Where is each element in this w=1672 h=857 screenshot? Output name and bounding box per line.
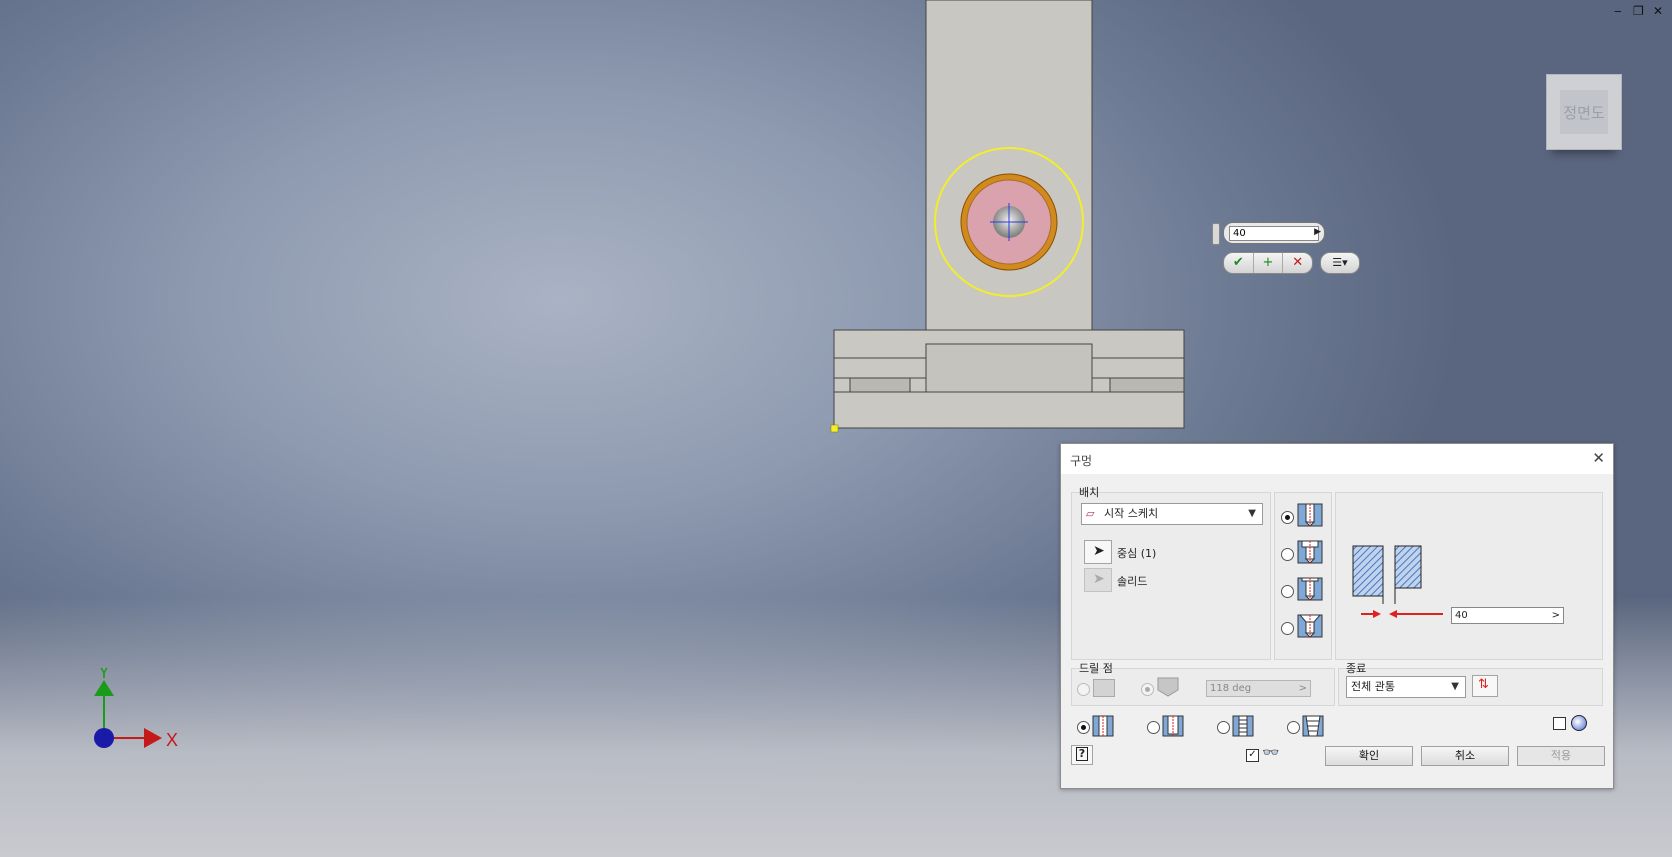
restore-button[interactable]: ❐ [1633, 4, 1644, 18]
termination-value: 전체 관통 [1351, 680, 1395, 693]
help-button[interactable]: ? [1071, 745, 1093, 765]
help-icon: ? [1076, 747, 1088, 761]
angle-point-icon [1157, 677, 1179, 697]
center-select-button[interactable]: ➤ [1084, 540, 1112, 564]
diameter-arrows [1361, 610, 1443, 618]
hole-kind-simple-radio[interactable] [1077, 721, 1090, 734]
placement-type-value: 시작 스케치 [1104, 507, 1159, 520]
termination-label: 종료 [1346, 662, 1367, 675]
infer-checkbox[interactable] [1553, 717, 1566, 730]
view-cube[interactable]: 정면도 [1546, 74, 1622, 150]
taper-tapped-hole-icon [1302, 715, 1324, 737]
chevron-right-icon-disabled: > [1298, 683, 1307, 694]
drill-point-angle-radio[interactable] [1141, 683, 1154, 696]
drill-point-flat-radio[interactable] [1077, 683, 1090, 696]
counterbore-hole-icon [1297, 540, 1323, 564]
dialog-titlebar[interactable]: 구멍 ✕ [1061, 444, 1613, 474]
sketch-point [830, 424, 839, 433]
hole-type-counterbore-radio[interactable] [1281, 548, 1294, 561]
cursor-arrow-icon: ➤ [1093, 543, 1105, 559]
flip-direction-button[interactable]: ⇅ [1472, 675, 1498, 697]
solid-label: 솔리드 [1117, 575, 1148, 588]
simple-hole-kind-icon [1092, 715, 1114, 737]
apply-button[interactable]: 적용 [1517, 746, 1605, 766]
y-axis-label: Y [98, 668, 110, 682]
placement-type-select[interactable]: ▱ 시작 스케치 ▼ [1081, 503, 1263, 525]
drill-angle-input[interactable]: 118 deg > [1206, 680, 1311, 697]
ball-icon[interactable] [1571, 715, 1587, 731]
diameter-value: 40 [1455, 610, 1468, 621]
termination-select[interactable]: 전체 관통 ▼ [1346, 676, 1466, 698]
spotface-hole-icon [1297, 577, 1323, 601]
x-axis-label: X [166, 730, 178, 750]
chevron-down-icon: ▼ [1248, 508, 1256, 519]
sketch-icon: ▱ [1086, 507, 1095, 520]
hole-dialog: 구멍 ✕ 배치 ▱ 시작 스케치 ▼ ➤ 중심 (1) ➤ 솔리드 40 > 드… [1060, 443, 1614, 789]
glasses-preview-icon: 👓 [1262, 745, 1280, 761]
drill-angle-value: 118 deg [1210, 683, 1252, 694]
center-label: 중심 (1) [1117, 547, 1157, 560]
preview-checkbox[interactable]: ✓ [1246, 749, 1259, 762]
chevron-down-icon: ▼ [1451, 681, 1459, 692]
cancel-button[interactable]: 취소 [1421, 746, 1509, 766]
hole-kind-clearance-radio[interactable] [1147, 721, 1160, 734]
placement-label: 배치 [1079, 486, 1100, 499]
flat-point-icon [1093, 679, 1115, 697]
minimize-button[interactable]: ‒ [1614, 4, 1622, 18]
dialog-title: 구멍 [1070, 454, 1093, 468]
diameter-input[interactable]: 40 > [1451, 607, 1564, 624]
hole-kind-tapped-radio[interactable] [1217, 721, 1230, 734]
chevron-right-icon[interactable]: > [1552, 608, 1560, 623]
drill-point-label: 드릴 점 [1079, 662, 1113, 675]
axis-triad: Y X [94, 668, 178, 750]
view-cube-label: 정면도 [1563, 103, 1605, 122]
hole-type-spotface-radio[interactable] [1281, 585, 1294, 598]
dialog-close-icon[interactable]: ✕ [1592, 449, 1605, 467]
countersink-hole-icon [1297, 614, 1323, 638]
flip-arrow-icon: ⇅ [1478, 677, 1489, 692]
simple-hole-icon [1297, 503, 1323, 527]
close-window-button[interactable]: ✕ [1653, 4, 1663, 18]
clearance-hole-icon [1162, 715, 1184, 737]
hole-type-countersink-radio[interactable] [1281, 622, 1294, 635]
tapped-hole-icon [1232, 715, 1254, 737]
hole-kind-taper-radio[interactable] [1287, 721, 1300, 734]
cursor-arrow-icon-disabled: ➤ [1093, 571, 1105, 587]
solid-select-button[interactable]: ➤ [1084, 568, 1112, 592]
hole-type-simple-radio[interactable] [1281, 511, 1294, 524]
ok-button[interactable]: 확인 [1325, 746, 1413, 766]
